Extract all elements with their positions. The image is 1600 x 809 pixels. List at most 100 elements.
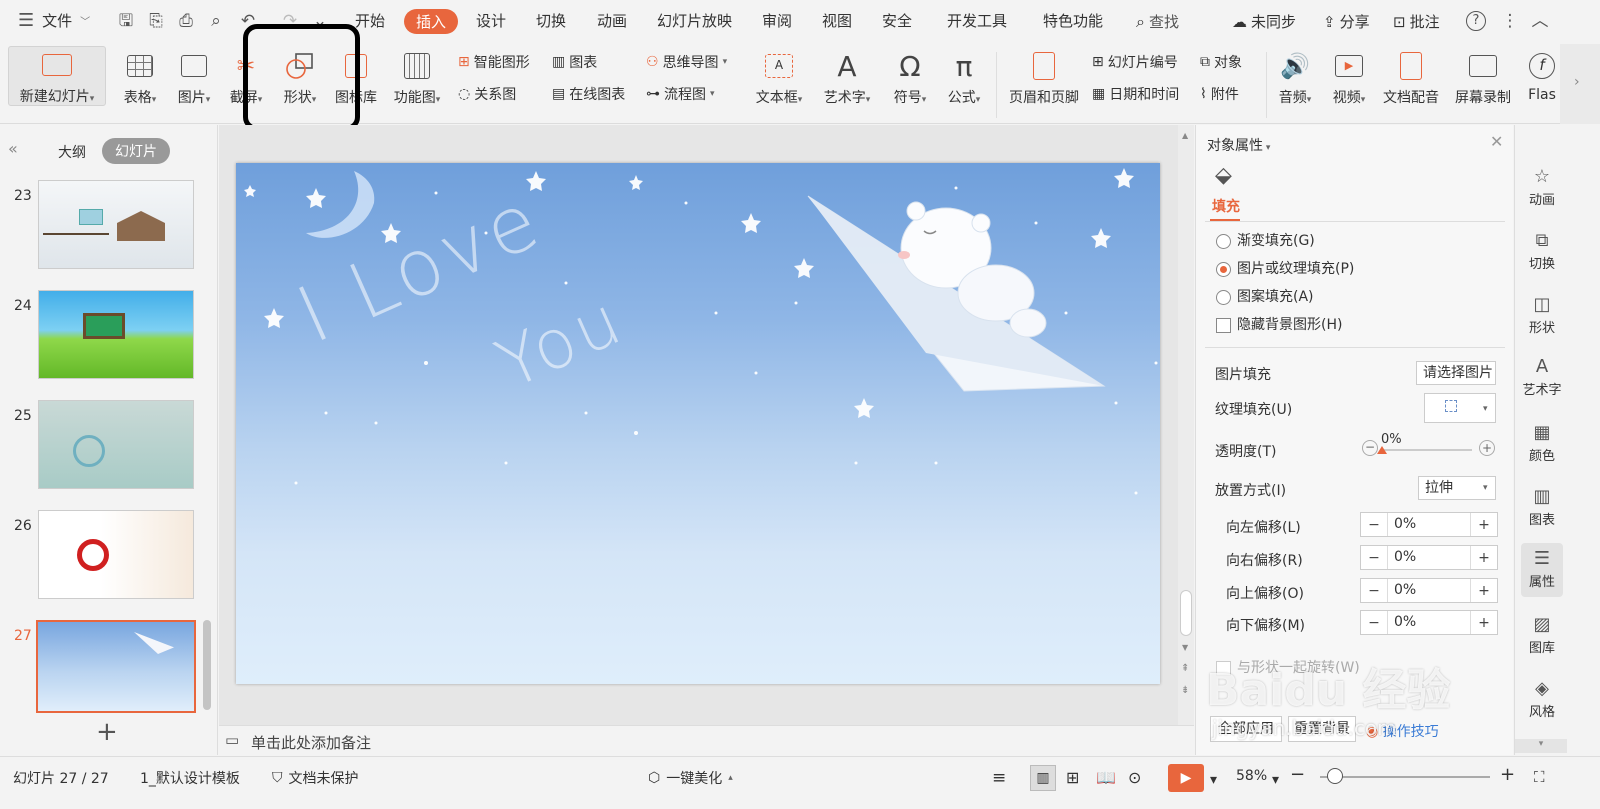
- tab-home[interactable]: 开始: [355, 10, 385, 31]
- tab-slideshow[interactable]: 幻灯片放映: [657, 10, 732, 31]
- gradient-fill-option[interactable]: 渐变填充(G): [1216, 230, 1315, 250]
- symbol-button[interactable]: Ω 符号▾: [888, 48, 932, 107]
- picture-button[interactable]: 图片▾: [172, 48, 216, 107]
- side-tab-style[interactable]: ◈ 风格: [1521, 677, 1563, 720]
- beautify-button[interactable]: ⬡ 一键美化 ▴: [648, 768, 733, 788]
- sync-status[interactable]: ☁ 未同步: [1232, 11, 1296, 32]
- slide-canvas[interactable]: I Love You: [236, 163, 1160, 684]
- tab-slides[interactable]: 幻灯片: [102, 138, 170, 164]
- tips-link[interactable]: ◉ 操作技巧: [1366, 721, 1439, 741]
- function-chart-button[interactable]: 功能图▾: [390, 48, 444, 107]
- canvas-scrollbar[interactable]: ▲ ▼ ⇞ ⇟: [1178, 125, 1194, 725]
- object-button[interactable]: ⧉ 对象: [1200, 52, 1242, 72]
- search-button[interactable]: ⌕ 查找: [1136, 11, 1179, 32]
- smartart-button[interactable]: ⊞ 智能图形: [458, 52, 530, 72]
- audio-button[interactable]: 🔊 音频▾: [1272, 48, 1318, 107]
- date-time-button[interactable]: ▦ 日期和时间: [1092, 84, 1179, 104]
- tab-fill[interactable]: 填充: [1212, 196, 1240, 216]
- save-icon[interactable]: 🖫: [116, 11, 136, 31]
- zoom-in-button[interactable]: +: [1500, 764, 1515, 785]
- tab-view[interactable]: 视图: [822, 10, 852, 31]
- minus-button[interactable]: −: [1361, 517, 1387, 533]
- plus-button[interactable]: +: [1471, 517, 1497, 533]
- panel-title[interactable]: 对象属性 ▾: [1207, 135, 1270, 155]
- offset-left-value[interactable]: 0%: [1387, 513, 1471, 536]
- add-slide-button[interactable]: +: [96, 717, 118, 747]
- reset-background-button[interactable]: 重置背景: [1288, 716, 1356, 742]
- zoom-value[interactable]: 58%: [1236, 768, 1267, 784]
- doc-voice-button[interactable]: 文档配音: [1380, 48, 1442, 107]
- wordart-button[interactable]: A 艺术字▾: [820, 48, 874, 107]
- slide-thumbnail-27[interactable]: [36, 620, 196, 713]
- video-button[interactable]: ▶ 视频▾: [1326, 48, 1372, 107]
- file-menu[interactable]: ☰ 文件 ﹀: [18, 10, 90, 31]
- minus-button[interactable]: −: [1361, 583, 1387, 599]
- slide-thumbnail-24[interactable]: [38, 290, 194, 379]
- panel-scrollbar[interactable]: [203, 620, 211, 710]
- tab-review[interactable]: 审阅: [762, 10, 792, 31]
- offset-bottom-stepper[interactable]: −0% +: [1360, 610, 1498, 635]
- chart-button[interactable]: ▥ 图表: [552, 52, 597, 72]
- print-preview-icon[interactable]: ⌕: [206, 11, 226, 31]
- zoom-dropdown-icon[interactable]: ▾: [1272, 772, 1279, 788]
- template-name[interactable]: 1_默认设计模板: [140, 768, 240, 788]
- side-tabs-scroll-down[interactable]: ▾: [1515, 739, 1567, 753]
- minus-button[interactable]: −: [1361, 615, 1387, 631]
- texture-dropdown[interactable]: ▾: [1424, 393, 1496, 423]
- apply-all-button[interactable]: 全部应用: [1210, 716, 1282, 742]
- offset-bottom-value[interactable]: 0%: [1387, 611, 1471, 634]
- help-icon[interactable]: ?: [1466, 11, 1486, 31]
- tab-outline[interactable]: 大纲: [58, 142, 86, 162]
- plus-button[interactable]: +: [1471, 583, 1497, 599]
- side-tab-transition[interactable]: ⧉ 切换: [1521, 229, 1563, 272]
- slide-thumbnail-26[interactable]: [38, 510, 194, 599]
- document-protection[interactable]: ⛉ 文档未保护: [272, 768, 359, 788]
- close-icon[interactable]: ✕: [1490, 132, 1503, 151]
- flowchart-button[interactable]: ⊶ 流程图 ▾: [646, 84, 715, 104]
- screen-record-button[interactable]: 屏幕录制: [1452, 48, 1514, 107]
- print-icon[interactable]: ⎙: [176, 11, 196, 31]
- placement-dropdown[interactable]: 拉伸 ▾: [1418, 476, 1496, 500]
- slide-thumbnail-23[interactable]: [38, 180, 194, 269]
- scroll-thumb[interactable]: [1180, 590, 1192, 636]
- mindmap-button[interactable]: ⚇ 思维导图 ▾: [646, 52, 727, 72]
- tab-animation[interactable]: 动画: [597, 10, 627, 31]
- plus-button[interactable]: +: [1471, 550, 1497, 566]
- normal-view-icon[interactable]: ▥: [1030, 765, 1056, 791]
- offset-right-stepper[interactable]: −0% +: [1360, 545, 1498, 570]
- comment-button[interactable]: ⊡ 批注: [1393, 11, 1440, 32]
- offset-left-stepper[interactable]: −0% +: [1360, 512, 1498, 537]
- scroll-down-icon[interactable]: ▼: [1182, 643, 1188, 652]
- online-chart-button[interactable]: ▤ 在线图表: [552, 84, 625, 104]
- pattern-fill-option[interactable]: 图案填充(A): [1216, 286, 1314, 306]
- presenter-view-icon[interactable]: ⊙: [1128, 768, 1141, 787]
- prev-slide-icon[interactable]: ⇞: [1181, 663, 1189, 674]
- side-tab-wordart[interactable]: A 艺术字: [1518, 355, 1566, 398]
- transparency-increase-button[interactable]: +: [1479, 440, 1495, 456]
- next-slide-icon[interactable]: ⇟: [1181, 685, 1189, 696]
- textbox-button[interactable]: A 文本框▾: [752, 48, 806, 107]
- slide-number-button[interactable]: ⊞ 幻灯片编号: [1092, 52, 1178, 72]
- fit-window-icon[interactable]: ⛶: [1534, 768, 1545, 786]
- choose-picture-button[interactable]: 请选择图片: [1416, 361, 1496, 385]
- rotate-with-shape-checkbox[interactable]: 与形状一起旋转(W): [1216, 657, 1360, 677]
- side-tab-shape[interactable]: ◫ 形状: [1521, 293, 1563, 336]
- zoom-slider-track[interactable]: [1320, 776, 1490, 778]
- more-icon[interactable]: ⋮: [1500, 11, 1520, 31]
- reading-view-icon[interactable]: 📖: [1096, 768, 1116, 787]
- slideshow-options-icon[interactable]: ▾: [1210, 772, 1217, 788]
- attachment-button[interactable]: ⌇ 附件: [1200, 84, 1239, 104]
- zoom-out-button[interactable]: −: [1290, 764, 1305, 785]
- picture-texture-fill-option[interactable]: 图片或纹理填充(P): [1216, 258, 1354, 278]
- export-icon[interactable]: ⎘: [146, 11, 166, 31]
- notes-toggle-icon[interactable]: ≡: [992, 768, 1006, 788]
- new-slide-button[interactable]: 新建幻灯片▾: [8, 46, 106, 106]
- slide-thumbnail-25[interactable]: [38, 400, 194, 489]
- play-slideshow-button[interactable]: ▶: [1168, 764, 1204, 792]
- collapse-ribbon-icon[interactable]: ︿: [1530, 11, 1550, 31]
- scroll-up-icon[interactable]: ▲: [1182, 131, 1188, 140]
- transparency-decrease-button[interactable]: −: [1362, 440, 1378, 456]
- notes-bar[interactable]: ▭ 单击此处添加备注: [219, 725, 1194, 755]
- relation-chart-button[interactable]: ◌ 关系图: [458, 84, 516, 104]
- formula-button[interactable]: π 公式▾: [942, 48, 986, 107]
